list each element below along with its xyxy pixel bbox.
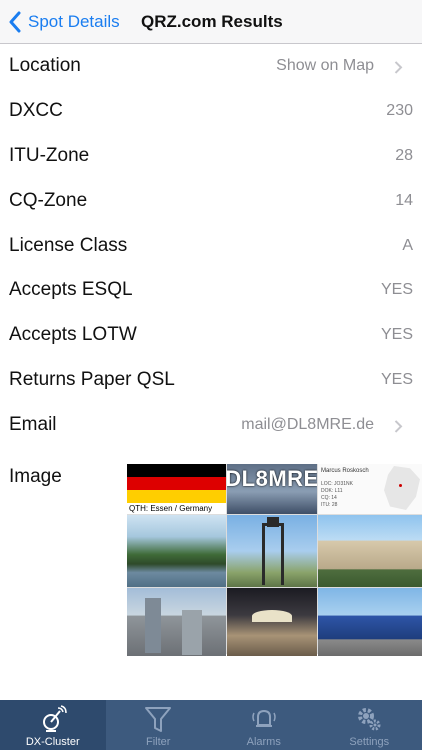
row-label: Email bbox=[9, 413, 57, 435]
bell-icon bbox=[252, 709, 276, 727]
row-location[interactable]: Location Show on Map bbox=[0, 44, 422, 89]
card-line: ITU: 28 bbox=[321, 502, 338, 508]
qth-caption: QTH: Essen / Germany bbox=[129, 504, 213, 513]
tab-dx-cluster[interactable]: DX-Cluster bbox=[0, 700, 106, 750]
gears-icon bbox=[358, 708, 381, 731]
germany-map-image bbox=[384, 466, 420, 510]
back-button[interactable]: Spot Details bbox=[8, 9, 120, 35]
tab-label: Settings bbox=[349, 736, 390, 748]
german-flag-image: QTH: Essen / Germany bbox=[127, 464, 226, 514]
navigation-bar: Spot Details QRZ.com Results bbox=[0, 0, 422, 44]
row-value: 28 bbox=[395, 146, 413, 164]
row-value: 14 bbox=[395, 191, 413, 209]
mine-tower-photo bbox=[227, 515, 317, 587]
row-label: DXCC bbox=[9, 100, 63, 122]
row-accepts-esql: Accepts ESQL YES bbox=[0, 268, 422, 313]
city-photo bbox=[127, 588, 226, 656]
back-button-label: Spot Details bbox=[28, 12, 120, 31]
row-value: YES bbox=[380, 326, 413, 344]
row-label: CQ-Zone bbox=[9, 189, 88, 211]
row-accepts-lotw: Accepts LOTW YES bbox=[0, 313, 422, 358]
row-label: Accepts ESQL bbox=[9, 279, 133, 301]
row-returns-paper-qsl: Returns Paper QSL YES bbox=[0, 358, 422, 403]
tab-bar: DX-Cluster Filter Alarms Settings bbox=[0, 700, 422, 750]
row-value: Show on Map bbox=[276, 57, 374, 75]
page-title: QRZ.com Results bbox=[141, 12, 283, 31]
row-label: Accepts LOTW bbox=[9, 324, 137, 346]
row-value: YES bbox=[380, 281, 413, 299]
row-label: Returns Paper QSL bbox=[9, 368, 175, 390]
row-label: Location bbox=[9, 55, 81, 77]
tab-label: Alarms bbox=[246, 736, 281, 748]
row-value: YES bbox=[380, 370, 413, 388]
row-value: mail@DL8MRE.de bbox=[241, 415, 374, 433]
qrz-profile-image[interactable]: QTH: Essen / Germany DL8MRE Marcus Rosko… bbox=[127, 464, 422, 656]
row-image: Image QTH: Essen / Germany DL8MRE Marcus… bbox=[0, 459, 422, 659]
callsign-banner: DL8MRE bbox=[227, 464, 317, 514]
callsign-text: DL8MRE bbox=[227, 466, 317, 491]
detail-list: Location Show on Map DXCC 230 ITU-Zone 2… bbox=[0, 44, 422, 447]
row-value: 230 bbox=[386, 102, 413, 120]
row-label: Image bbox=[9, 466, 62, 487]
card-name: Marcus Roskosch bbox=[321, 468, 369, 474]
card-lines: LOC: JO31NK DOK: L11 CQ: 14 ITU: 28 bbox=[321, 481, 353, 509]
tab-settings[interactable]: Settings bbox=[317, 700, 422, 750]
row-email[interactable]: Email mail@DL8MRE.de bbox=[0, 402, 422, 447]
row-value: A bbox=[402, 236, 413, 254]
card-line: LOC: JO31NK bbox=[321, 481, 353, 487]
row-dxcc: DXCC 230 bbox=[0, 89, 422, 134]
tab-filter[interactable]: Filter bbox=[106, 700, 212, 750]
location-dot bbox=[399, 484, 402, 487]
row-itu-zone: ITU-Zone 28 bbox=[0, 134, 422, 179]
row-cq-zone: CQ-Zone 14 bbox=[0, 178, 422, 223]
tab-label: Filter bbox=[146, 736, 171, 748]
funnel-icon bbox=[145, 707, 172, 732]
tab-alarms[interactable]: Alarms bbox=[211, 700, 317, 750]
row-label: ITU-Zone bbox=[9, 144, 90, 166]
chevron-left-icon bbox=[9, 11, 21, 33]
info-card: Marcus Roskosch LOC: JO31NK DOK: L11 CQ:… bbox=[318, 464, 422, 514]
tab-label: DX-Cluster bbox=[25, 736, 80, 748]
harbour-photo bbox=[127, 515, 226, 587]
card-line: DOK: L11 bbox=[321, 488, 343, 494]
row-license-class: License Class A bbox=[0, 223, 422, 268]
arcade-photo bbox=[227, 588, 317, 656]
row-label: License Class bbox=[9, 234, 128, 256]
expo-hall-photo bbox=[318, 588, 422, 656]
chevron-right-icon bbox=[394, 61, 403, 74]
chevron-right-icon bbox=[394, 419, 403, 433]
building-photo bbox=[318, 515, 422, 587]
card-line: CQ: 14 bbox=[321, 495, 337, 501]
antenna-icon bbox=[42, 705, 67, 732]
